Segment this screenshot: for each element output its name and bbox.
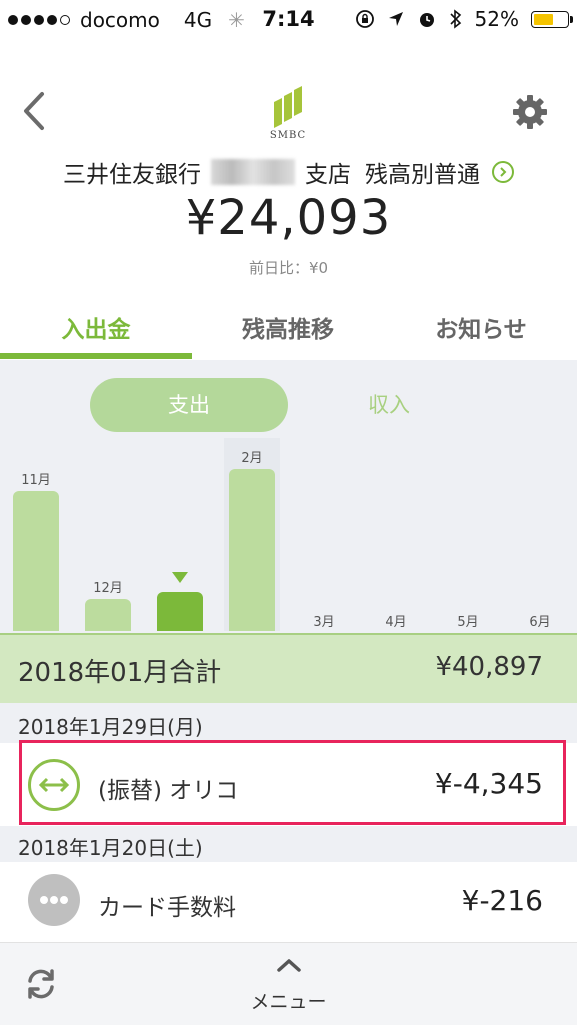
bluetooth-icon: [449, 9, 461, 29]
bar-column[interactable]: 2月: [216, 438, 288, 631]
selected-marker-icon: [172, 572, 188, 583]
bar-label: 11月: [21, 473, 51, 488]
location-icon: [388, 12, 403, 26]
tab-notifications[interactable]: お知らせ: [385, 310, 577, 344]
bar-label: 12月: [93, 581, 123, 596]
toggle-income[interactable]: 収入: [290, 378, 488, 432]
toggle-expense[interactable]: 支出: [90, 378, 288, 432]
bar-column[interactable]: 11月: [0, 438, 72, 631]
bar-label: 3月: [313, 615, 335, 630]
bar-label: 6月: [529, 615, 551, 630]
date-label: 2018年1月20日(土): [18, 836, 203, 860]
bar[interactable]: [85, 599, 131, 631]
chevron-right-circle-icon: [492, 161, 514, 183]
chart-area: 支出 収入 11月 12月 2月 3月 4月 5月 6月: [0, 360, 577, 633]
balance-diff: 前日比：¥0: [248, 259, 329, 277]
transaction-row[interactable]: カード手数料 ¥-216: [0, 862, 577, 942]
more-icon: [28, 874, 80, 926]
tab-bar: 入出金 残高推移 お知らせ: [0, 300, 577, 361]
bar-column[interactable]: 3月: [288, 438, 360, 631]
tab-balance-history[interactable]: 残高推移: [192, 310, 384, 344]
bar-label: 4月: [385, 615, 407, 630]
menu-button[interactable]: メニュー: [0, 957, 577, 1019]
branch-name-redacted: [211, 159, 295, 185]
active-tab-indicator: [0, 353, 192, 359]
bar-column[interactable]: [144, 438, 216, 631]
total-amount: ¥40,897: [435, 652, 543, 682]
branch-suffix: 支店: [305, 162, 351, 188]
bar-column[interactable]: 5月: [432, 438, 504, 631]
battery-icon: [531, 10, 573, 28]
highlight-annotation: [19, 740, 566, 825]
account-type: 残高別普通: [365, 162, 480, 188]
tab-transactions[interactable]: 入出金: [0, 310, 192, 344]
bar[interactable]: [229, 469, 275, 631]
chevron-up-icon: [276, 959, 301, 972]
bank-name: 三井住友銀行: [63, 162, 201, 188]
bar-column[interactable]: 4月: [360, 438, 432, 631]
bar[interactable]: [13, 491, 59, 631]
settings-button[interactable]: [510, 92, 550, 132]
smbc-logo: SMBC: [262, 84, 314, 144]
back-button[interactable]: [18, 88, 52, 134]
bar-label: 5月: [457, 615, 479, 630]
monthly-total: 2018年01月合計 ¥40,897: [0, 633, 577, 703]
bar-column[interactable]: 6月: [504, 438, 576, 631]
bar-label: 2月: [241, 451, 263, 466]
date-header: 2018年1月29日(月): [0, 703, 577, 743]
alarm-icon: [419, 13, 434, 27]
status-bar: docomo 4G ✳ 7:14 52%: [0, 0, 577, 40]
bar[interactable]: [157, 592, 203, 631]
transaction-amount: ¥-216: [461, 884, 543, 917]
rotation-lock-icon: [355, 10, 374, 28]
total-label: 2018年01月合計: [18, 658, 222, 688]
chevron-left-icon: [24, 92, 44, 130]
menu-label: メニュー: [250, 991, 327, 1013]
bar-column[interactable]: 12月: [72, 438, 144, 631]
gear-icon: [513, 95, 547, 129]
logo-text: SMBC: [269, 130, 307, 141]
date-label: 2018年1月29日(月): [18, 715, 203, 739]
battery-percent: 52%: [474, 7, 519, 31]
date-header: 2018年1月20日(土): [0, 826, 577, 862]
bottom-bar: メニュー: [0, 942, 577, 1025]
transaction-name: カード手数料: [98, 895, 236, 921]
account-selector[interactable]: 三井住友銀行 支店 残高別普通: [0, 152, 577, 192]
account-balance: ¥24,093: [185, 190, 392, 246]
